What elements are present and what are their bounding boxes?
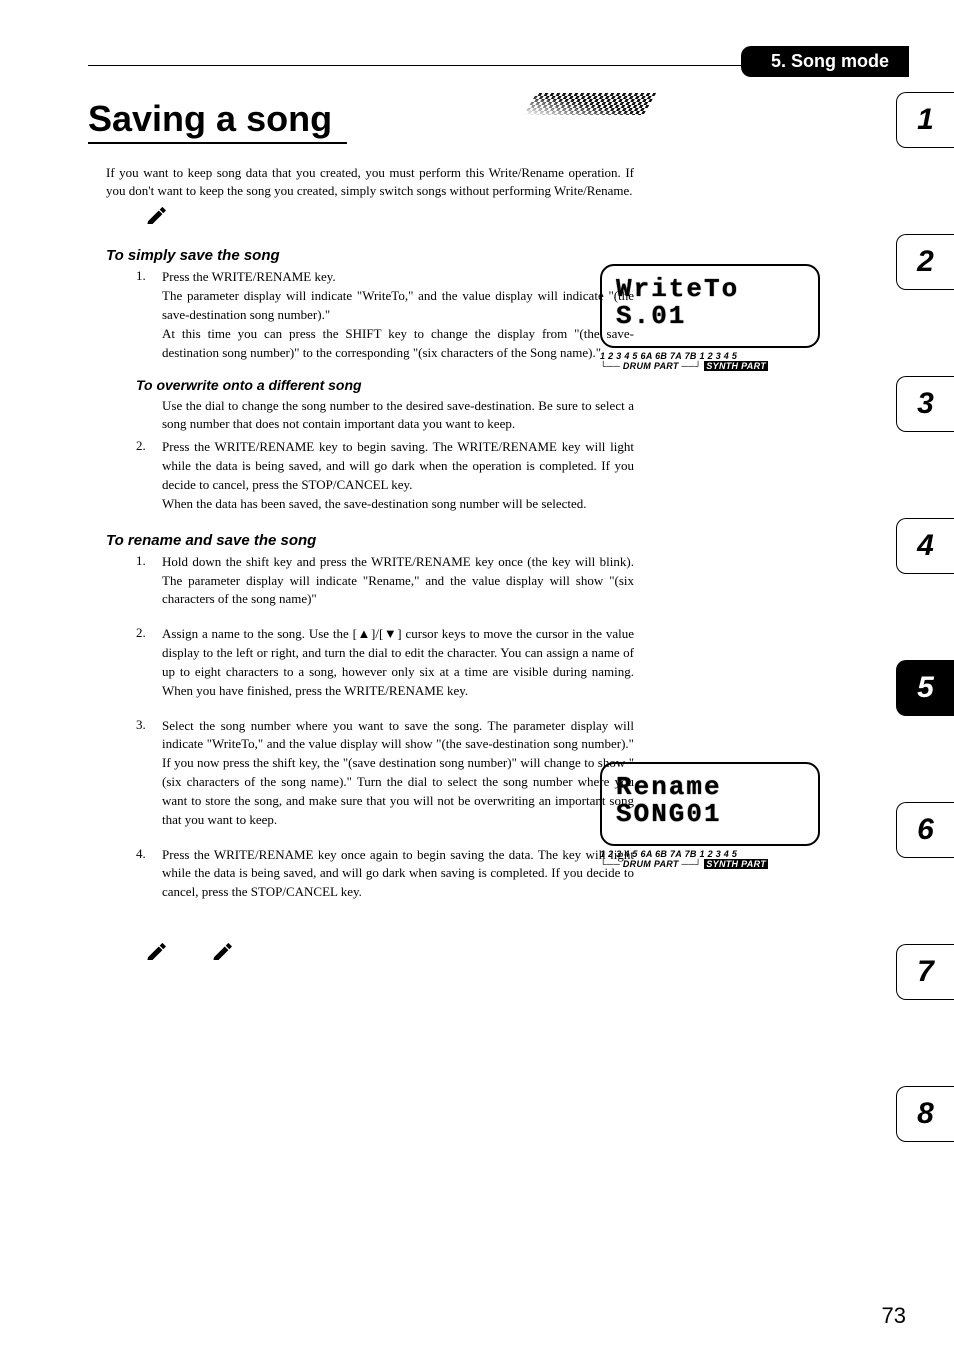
heading-rename: To rename and save the song: [106, 532, 634, 549]
lcd-display-writeto: WriteTo S.01 1 2 3 4 5 6A 6B 7A 7B 1 2 3…: [600, 264, 820, 371]
step-text: Press the WRITE/RENAME key. The paramete…: [162, 268, 634, 362]
display-line1: WriteTo: [616, 276, 739, 303]
header: 5. Song mode: [0, 52, 909, 78]
note-icon: [212, 942, 234, 960]
step-number: 1.: [136, 268, 162, 362]
side-tab-5[interactable]: 5: [896, 660, 954, 716]
side-tab-8[interactable]: 8: [896, 1086, 954, 1142]
step-number: 1.: [136, 553, 162, 610]
note-icon: [146, 942, 168, 960]
side-tab-2[interactable]: 2: [896, 234, 954, 290]
side-tab-4[interactable]: 4: [896, 518, 954, 574]
page-title: Saving a song: [88, 98, 347, 144]
display-line2: SONG01: [616, 801, 722, 828]
section-indicator: 5. Song mode: [741, 46, 909, 77]
checker-pattern: [524, 93, 657, 115]
step-number: 3.: [136, 717, 162, 830]
step-spacer: [136, 397, 162, 435]
lcd-display-rename: Rename SONG01 1 2 3 4 5 6A 6B 7A 7B 1 2 …: [600, 762, 820, 869]
step-text: Press the WRITE/RENAME key to begin savi…: [162, 438, 634, 513]
step-number: 4.: [136, 846, 162, 903]
side-tab-6[interactable]: 6: [896, 802, 954, 858]
page-number: 73: [882, 1303, 906, 1329]
step-number: 2.: [136, 625, 162, 700]
side-tab-3[interactable]: 3: [896, 376, 954, 432]
body-content: If you want to keep song data that you c…: [106, 164, 634, 965]
step-text: Select the song number where you want to…: [162, 717, 634, 830]
display-line2: S.01: [616, 303, 686, 330]
simple-steps: 1. Press the WRITE/RENAME key. The param…: [136, 268, 634, 362]
side-tab-strip: 1 2 3 4 5 6 7 8: [896, 92, 954, 1228]
side-tab-1[interactable]: 1: [896, 92, 954, 148]
side-tab-7[interactable]: 7: [896, 944, 954, 1000]
overwrite-intro: Use the dial to change the song number t…: [162, 397, 634, 435]
part-bar: 1 2 3 4 5 6A 6B 7A 7B 1 2 3 4 5 └── DRUM…: [600, 849, 820, 869]
step-text: Assign a name to the song. Use the [▲]/[…: [162, 625, 634, 700]
part-bar: 1 2 3 4 5 6A 6B 7A 7B 1 2 3 4 5 └── DRUM…: [600, 351, 820, 371]
step-text: Press the WRITE/RENAME key once again to…: [162, 846, 634, 903]
rename-steps: 1. Hold down the shift key and press the…: [136, 553, 634, 903]
intro-paragraph: If you want to keep song data that you c…: [106, 164, 634, 200]
note-icon: [146, 206, 168, 224]
heading-simple-save: To simply save the song: [106, 247, 634, 264]
overwrite-steps: Use the dial to change the song number t…: [136, 397, 634, 514]
display-line1: Rename: [616, 774, 722, 801]
heading-overwrite: To overwrite onto a different song: [136, 377, 634, 393]
step-number: 2.: [136, 438, 162, 513]
step-text: Hold down the shift key and press the WR…: [162, 553, 634, 610]
